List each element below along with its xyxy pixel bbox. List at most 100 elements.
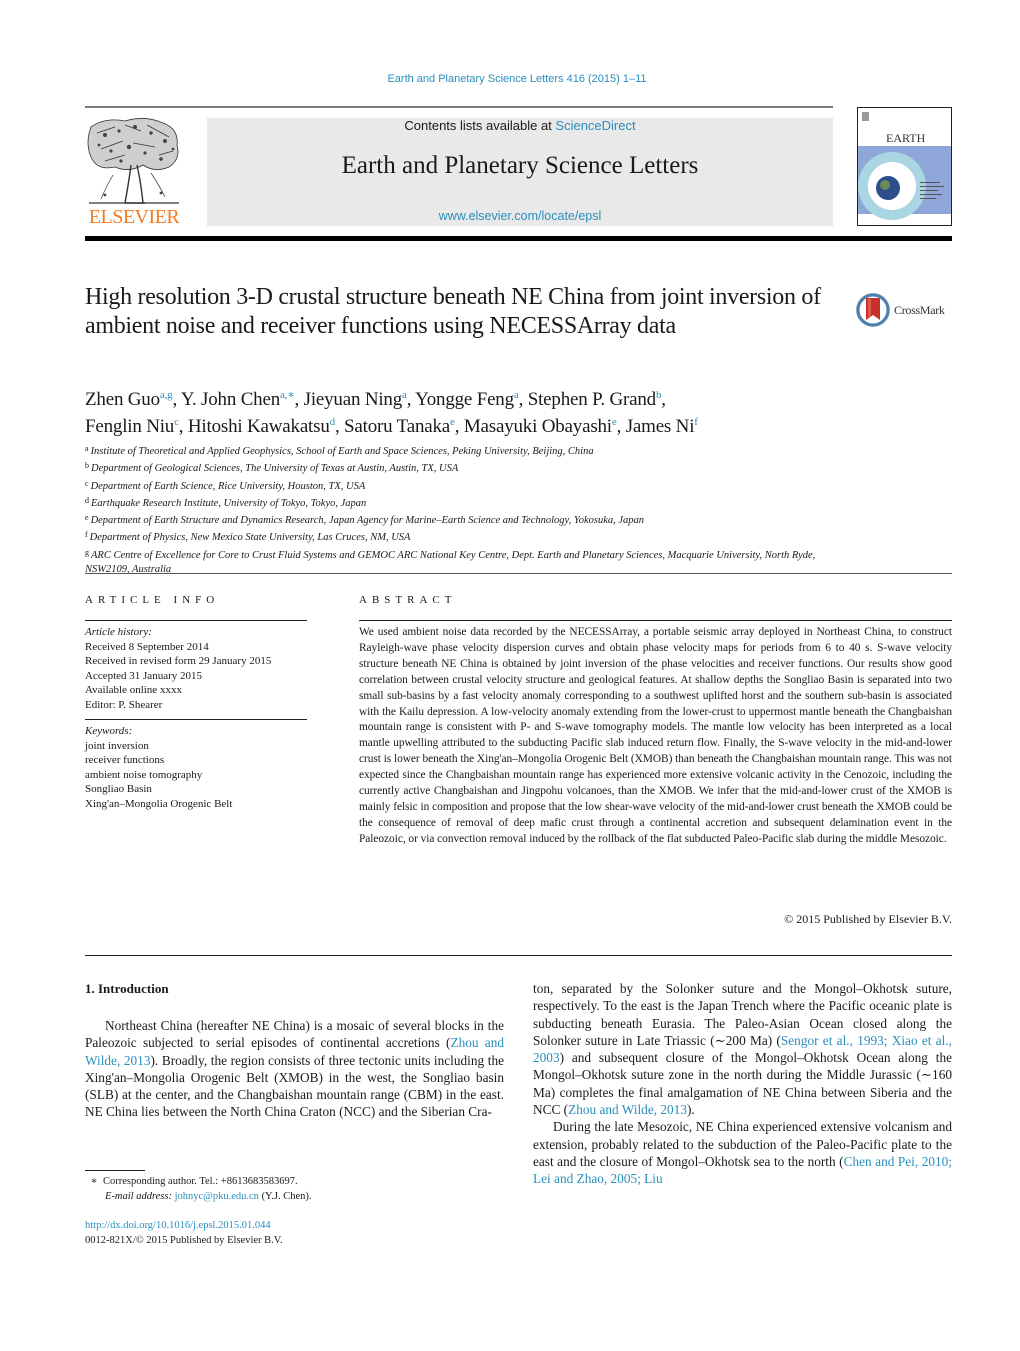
elsevier-wordmark: ELSEVIER <box>88 206 180 228</box>
masthead-top-rule <box>85 106 833 108</box>
affiliation-text: Department of Geological Sciences, The U… <box>91 463 459 475</box>
journal-cover-image: EARTH <box>858 108 951 225</box>
journal-cover-thumbnail[interactable]: EARTH <box>857 107 952 226</box>
affiliation-key: b <box>85 461 89 471</box>
masthead-banner: Contents lists available at ScienceDirec… <box>207 118 833 226</box>
body-text: Northeast China (hereafter NE China) is … <box>85 1018 504 1051</box>
author-name[interactable]: James Ni <box>626 416 695 437</box>
affiliation-item: f Department of Physics, New Mexico State… <box>85 528 845 545</box>
affiliation-item: c Department of Earth Science, Rice Unive… <box>85 477 845 494</box>
corresponding-author-note: ∗ Corresponding author. Tel.: +8613683583… <box>85 1174 505 1189</box>
footnote-rule <box>85 1170 145 1171</box>
affiliation-item: d Earthquake Research Institute, Universi… <box>85 494 845 511</box>
author-name[interactable]: Fenglin Niu <box>85 416 174 437</box>
corresponding-text: Corresponding author. Tel.: +86136835836… <box>103 1176 298 1187</box>
affiliation-marker[interactable]: f <box>694 416 698 428</box>
author[interactable]: Masayuki Obayashie <box>464 416 617 437</box>
author-name[interactable]: Stephen P. Grand <box>528 389 656 410</box>
author[interactable]: Stephen P. Grandb <box>528 389 662 410</box>
affiliation-item: b Department of Geological Sciences, The … <box>85 459 845 476</box>
section-divider <box>85 573 952 574</box>
crossmark-button[interactable]: CrossMark <box>855 290 945 330</box>
author[interactable]: Satoru Tanakae <box>344 416 455 437</box>
masthead-bottom-rule <box>85 236 952 241</box>
author[interactable]: Yongge Fenga <box>415 389 519 410</box>
keyword-item[interactable]: joint inversion <box>85 739 315 754</box>
keyword-item[interactable]: Xing'an–Mongolia Orogenic Belt <box>85 797 315 812</box>
body-column-right: ton, separated by the Solonker suture an… <box>533 980 952 1188</box>
author[interactable]: James Nif <box>626 416 698 437</box>
author-name[interactable]: Masayuki Obayashi <box>464 416 612 437</box>
paragraph: During the late Mesozoic, NE China exper… <box>533 1118 952 1187</box>
author-name[interactable]: Jieyuan Ning <box>304 389 403 410</box>
affiliation-text: Institute of Theoretical and Applied Geo… <box>90 446 594 457</box>
author-list: Zhen Guoa,g, Y. John Chena,∗, Jieyuan Ni… <box>85 384 845 438</box>
author[interactable]: Zhen Guoa,g <box>85 389 173 410</box>
citation-link[interactable]: Zhou and Wilde, 2013 <box>568 1102 687 1117</box>
contents-line: Contents lists available at ScienceDirec… <box>207 118 833 133</box>
affiliation-marker[interactable]: a,g <box>160 389 173 401</box>
keywords-label: Keywords: <box>85 725 133 737</box>
author[interactable]: Fenglin Niuc <box>85 416 179 437</box>
author-name[interactable]: Yongge Feng <box>415 389 514 410</box>
author-separator: , <box>661 389 666 410</box>
journal-citation[interactable]: Earth and Planetary Science Letters 416 … <box>0 73 1020 85</box>
affiliation-text: ARC Centre of Excellence for Core to Cru… <box>85 549 816 576</box>
abstract-rule <box>359 620 952 621</box>
issn-line: 0012-821X/© 2015 Published by Elsevier B… <box>85 1235 283 1246</box>
author-name[interactable]: Zhen Guo <box>85 389 160 410</box>
doi-block: http://dx.doi.org/10.1016/j.epsl.2015.01… <box>85 1218 283 1248</box>
email-suffix: (Y.J. Chen). <box>258 1191 312 1202</box>
keyword-item[interactable]: Songliao Basin <box>85 782 315 797</box>
keywords-rule <box>85 719 307 720</box>
paragraph: Northeast China (hereafter NE China) is … <box>85 1017 504 1121</box>
history-item: Received 8 September 2014 <box>85 640 209 653</box>
keywords-list: joint inversion receiver functions ambient… <box>85 739 315 812</box>
email-link[interactable]: johnyc@pku.edu.cn <box>175 1191 259 1202</box>
history-list: Received 8 September 2014 Received in rev… <box>85 640 315 713</box>
affiliation-item: e Department of Earth Structure and Dynam… <box>85 511 845 528</box>
affiliation-key: c <box>85 478 89 488</box>
affiliation-key: e <box>85 513 89 523</box>
keywords: Keywords: joint inversion receiver functi… <box>85 724 315 811</box>
abstract-copyright: © 2015 Published by Elsevier B.V. <box>784 912 952 926</box>
sciencedirect-link[interactable]: ScienceDirect <box>555 118 635 133</box>
history-item: Accepted 31 January 2015 <box>85 669 202 682</box>
body-text: ). <box>686 1102 695 1118</box>
affiliation-key: a <box>85 444 89 453</box>
keyword-item[interactable]: ambient noise tomography <box>85 768 315 783</box>
keyword-item[interactable]: receiver functions <box>85 753 315 768</box>
author[interactable]: Y. John Chena,∗ <box>181 389 295 410</box>
cover-title: EARTH <box>886 131 926 145</box>
contents-prefix: Contents lists available at <box>404 118 556 133</box>
affiliation-text: Department of Physics, New Mexico State … <box>89 532 411 544</box>
author-name[interactable]: Y. John Chen <box>181 389 280 410</box>
paragraph: ton, separated by the Solonker suture an… <box>533 980 952 1118</box>
article-info-rule <box>85 620 307 621</box>
article-history: Article history: Received 8 September 20… <box>85 625 315 712</box>
author-separator: , <box>406 389 416 410</box>
elsevier-logo[interactable]: ELSEVIER <box>85 115 183 228</box>
affiliation-marker[interactable]: a,∗ <box>280 389 295 401</box>
affiliation-key: f <box>85 530 88 540</box>
article-info-heading: ARTICLE INFO <box>85 594 220 606</box>
affiliation-text: Department of Earth Structure and Dynami… <box>90 515 645 527</box>
elsevier-tree-icon <box>87 118 179 204</box>
abstract-heading: ABSTRACT <box>359 594 457 606</box>
history-item: Received in revised form 29 January 2015 <box>85 655 272 667</box>
journal-title: Earth and Planetary Science Letters <box>341 152 699 179</box>
author-name[interactable]: Hitoshi Kawakatsu <box>188 416 330 437</box>
crossmark-icon <box>856 293 890 327</box>
author-separator: , <box>616 416 626 437</box>
email-note: E-mail address: johnyc@pku.edu.cn (Y.J. … <box>85 1189 505 1204</box>
author[interactable]: Hitoshi Kawakatsud <box>188 416 335 437</box>
doi-link[interactable]: http://dx.doi.org/10.1016/j.epsl.2015.01… <box>85 1218 283 1233</box>
journal-url-link[interactable]: www.elsevier.com/locate/epsl <box>207 209 833 223</box>
author-name[interactable]: Satoru Tanaka <box>344 416 450 437</box>
article-title: High resolution 3-D crustal structure be… <box>85 284 821 339</box>
footnote-star: ∗ <box>90 1176 98 1187</box>
author-separator: , <box>334 416 345 437</box>
author[interactable]: Jieyuan Ninga <box>304 389 407 410</box>
footnotes: ∗ Corresponding author. Tel.: +8613683583… <box>85 1174 505 1204</box>
author-separator: , <box>454 416 464 437</box>
